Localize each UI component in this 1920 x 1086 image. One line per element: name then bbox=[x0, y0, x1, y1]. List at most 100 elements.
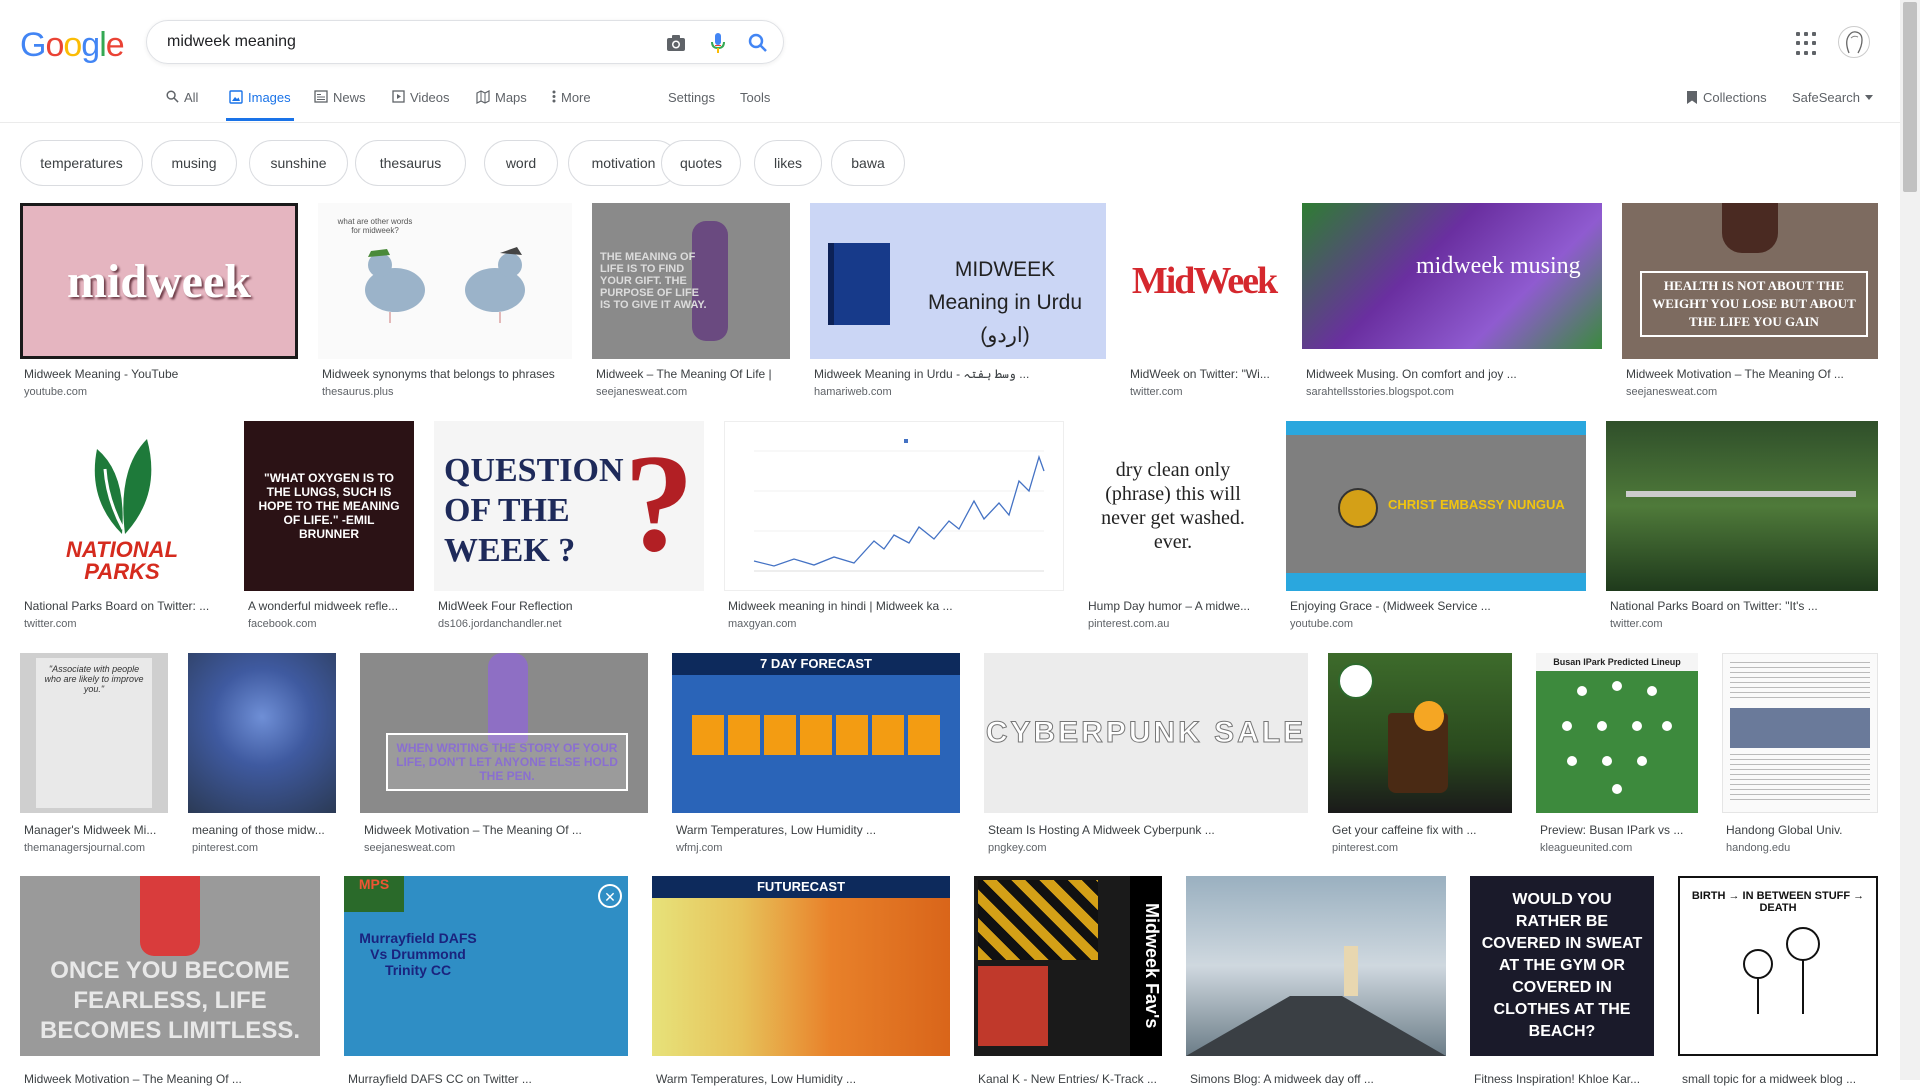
avatar[interactable] bbox=[1838, 26, 1870, 58]
image-result[interactable]: "WHAT OXYGEN IS TO THE LUNGS, SUCH IS HO… bbox=[244, 421, 416, 633]
result-source[interactable]: maxgyan.com bbox=[728, 618, 1064, 630]
image-result[interactable]: FUTURECAST Warm Temperatures, Low Humidi… bbox=[652, 876, 952, 1086]
result-title[interactable]: MidWeek on Twitter: "Wi... bbox=[1130, 367, 1282, 381]
result-title[interactable]: Midweek Motivation – The Meaning Of ... bbox=[24, 1072, 320, 1086]
result-thumbnail[interactable]: Busan IPark Predicted Lineup bbox=[1536, 653, 1698, 813]
result-title[interactable]: Kanal K - New Entries/ K-Track ... bbox=[978, 1072, 1164, 1086]
result-thumbnail[interactable]: midweek musing bbox=[1302, 203, 1602, 349]
image-result[interactable]: Simons Blog: A midweek day off ... bbox=[1186, 876, 1448, 1086]
tab-maps[interactable]: Maps bbox=[476, 90, 527, 122]
chip-musing[interactable]: musing bbox=[151, 140, 237, 186]
scrollbar-thumb[interactable] bbox=[1903, 2, 1917, 192]
image-result[interactable]: MPS Murrayfield DAFS Vs Drummond Trinity… bbox=[344, 876, 630, 1086]
result-title[interactable]: A wonderful midweek refle... bbox=[248, 599, 414, 613]
result-source[interactable]: seejanesweat.com bbox=[1626, 386, 1878, 398]
result-thumbnail[interactable]: MidWeek bbox=[1126, 203, 1282, 359]
image-result[interactable]: WOULD YOU RATHER BE COVERED IN SWEAT AT … bbox=[1470, 876, 1656, 1086]
result-title[interactable]: Preview: Busan IPark vs ... bbox=[1540, 823, 1700, 837]
result-title[interactable]: Manager's Midweek Mi... bbox=[24, 823, 170, 837]
result-thumbnail[interactable]: QUESTION OF THE WEEK ? ? bbox=[434, 421, 704, 591]
result-source[interactable]: ds106.jordanchandler.net bbox=[438, 618, 704, 630]
result-title[interactable]: small topic for a midweek blog ... bbox=[1682, 1072, 1880, 1086]
collections-link[interactable]: Collections bbox=[1686, 90, 1767, 105]
result-title[interactable]: Murrayfield DAFS CC on Twitter ... bbox=[348, 1072, 628, 1086]
result-thumbnail[interactable]: what are other words for midweek? bbox=[318, 203, 572, 359]
result-title[interactable]: Enjoying Grace - (Midweek Service ... bbox=[1290, 599, 1586, 613]
result-source[interactable]: seejanesweat.com bbox=[364, 842, 650, 854]
result-source[interactable]: handong.edu bbox=[1726, 842, 1880, 854]
image-result[interactable]: what are other words for midweek? Midwee… bbox=[318, 203, 574, 403]
result-thumbnail[interactable]: CHRIST EMBASSY NUNGUA bbox=[1286, 421, 1586, 591]
camera-icon[interactable] bbox=[665, 32, 687, 54]
result-thumbnail[interactable]: 7 DAY FORECAST bbox=[672, 653, 960, 813]
result-title[interactable]: Midweek meaning in hindi | Midweek ka ..… bbox=[728, 599, 1064, 613]
result-title[interactable]: Simons Blog: A midweek day off ... bbox=[1190, 1072, 1448, 1086]
image-result[interactable]: "Associate with people who are likely to… bbox=[20, 653, 170, 859]
result-thumbnail[interactable]: "WHAT OXYGEN IS TO THE LUNGS, SUCH IS HO… bbox=[244, 421, 414, 591]
result-source[interactable]: pinterest.com bbox=[192, 842, 338, 854]
result-thumbnail[interactable]: WHEN WRITING THE STORY OF YOUR LIFE, DON… bbox=[360, 653, 648, 813]
result-thumbnail[interactable]: MIDWEEK Meaning in Urdu (اردو) bbox=[810, 203, 1106, 359]
result-title[interactable]: Midweek Motivation – The Meaning Of ... bbox=[1626, 367, 1878, 381]
result-source[interactable]: wfmj.com bbox=[676, 842, 962, 854]
result-source[interactable]: youtube.com bbox=[1290, 618, 1586, 630]
result-source[interactable]: seejanesweat.com bbox=[596, 386, 790, 398]
result-source[interactable]: hamariweb.com bbox=[814, 386, 1106, 398]
image-result[interactable]: QUESTION OF THE WEEK ? ? MidWeek Four Re… bbox=[434, 421, 706, 633]
result-source[interactable]: pinterest.com.au bbox=[1088, 618, 1264, 630]
result-source[interactable]: youtube.com bbox=[24, 386, 296, 398]
settings-link[interactable]: Settings bbox=[668, 90, 715, 122]
chip-temperatures[interactable]: temperatures bbox=[20, 140, 143, 186]
result-thumbnail[interactable]: "Associate with people who are likely to… bbox=[20, 653, 168, 813]
result-source[interactable]: thesaurus.plus bbox=[322, 386, 572, 398]
microphone-icon[interactable] bbox=[707, 32, 729, 54]
search-icon[interactable] bbox=[747, 32, 769, 54]
result-title[interactable]: Midweek Musing. On comfort and joy ... bbox=[1306, 367, 1602, 381]
result-thumbnail[interactable] bbox=[188, 653, 336, 813]
image-result[interactable]: National Parks Board on Twitter: "It's .… bbox=[1606, 421, 1880, 633]
image-result[interactable]: BIRTH → IN BETWEEN STUFF → DEATH small t… bbox=[1678, 876, 1880, 1086]
chip-sunshine[interactable]: sunshine bbox=[249, 140, 348, 186]
result-source[interactable]: themanagersjournal.com bbox=[24, 842, 170, 854]
result-source[interactable]: twitter.com bbox=[24, 618, 224, 630]
image-result[interactable]: Get your caffeine fix with ... pinterest… bbox=[1328, 653, 1514, 859]
result-thumbnail[interactable]: CYBERPUNK SALE bbox=[984, 653, 1308, 813]
result-thumbnail[interactable]: WOULD YOU RATHER BE COVERED IN SWEAT AT … bbox=[1470, 876, 1654, 1056]
image-result[interactable]: CYBERPUNK SALE Steam Is Hosting A Midwee… bbox=[984, 653, 1310, 859]
image-result[interactable]: meaning of those midw... pinterest.com bbox=[188, 653, 338, 859]
result-title[interactable]: National Parks Board on Twitter: ... bbox=[24, 599, 224, 613]
result-source[interactable]: kleagueunited.com bbox=[1540, 842, 1700, 854]
image-result[interactable]: CHRIST EMBASSY NUNGUA Enjoying Grace - (… bbox=[1286, 421, 1588, 633]
result-thumbnail[interactable] bbox=[724, 421, 1064, 591]
result-title[interactable]: Midweek Motivation – The Meaning Of ... bbox=[364, 823, 650, 837]
tools-link[interactable]: Tools bbox=[740, 90, 770, 122]
result-thumbnail[interactable] bbox=[1722, 653, 1878, 813]
result-title[interactable]: Midweek synonyms that belongs to phrases bbox=[322, 367, 572, 381]
result-thumbnail[interactable] bbox=[1186, 876, 1446, 1056]
image-result[interactable]: THE MEANING OF LIFE IS TO FIND YOUR GIFT… bbox=[592, 203, 792, 403]
result-title[interactable]: Hump Day humor – A midwe... bbox=[1088, 599, 1264, 613]
tab-news[interactable]: News bbox=[314, 90, 366, 122]
image-result[interactable]: HEALTH IS NOT ABOUT THE WEIGHT YOU LOSE … bbox=[1622, 203, 1880, 403]
result-title[interactable]: Warm Temperatures, Low Humidity ... bbox=[656, 1072, 952, 1086]
result-thumbnail[interactable] bbox=[1606, 421, 1878, 591]
chip-thesaurus[interactable]: thesaurus bbox=[355, 140, 466, 186]
apps-grid-icon[interactable] bbox=[1796, 32, 1820, 56]
image-result[interactable]: midweek Midweek Meaning - YouTube youtub… bbox=[20, 203, 300, 403]
safesearch-dropdown[interactable]: SafeSearch bbox=[1792, 90, 1873, 105]
result-title[interactable]: Warm Temperatures, Low Humidity ... bbox=[676, 823, 962, 837]
tab-more[interactable]: More bbox=[552, 90, 591, 122]
result-thumbnail[interactable]: NATIONAL PARKS bbox=[20, 421, 224, 591]
result-title[interactable]: MidWeek Four Reflection bbox=[438, 599, 704, 613]
result-thumbnail[interactable]: midweek bbox=[20, 203, 298, 359]
chip-quotes[interactable]: quotes bbox=[661, 140, 741, 186]
image-result[interactable]: WHEN WRITING THE STORY OF YOUR LIFE, DON… bbox=[360, 653, 650, 859]
result-title[interactable]: meaning of those midw... bbox=[192, 823, 338, 837]
chip-word[interactable]: word bbox=[484, 140, 558, 186]
result-title[interactable]: Steam Is Hosting A Midweek Cyberpunk ... bbox=[988, 823, 1310, 837]
image-result[interactable]: MidWeek MidWeek on Twitter: "Wi... twitt… bbox=[1126, 203, 1284, 403]
result-thumbnail[interactable]: Midweek Fav's bbox=[974, 876, 1162, 1056]
result-thumbnail[interactable]: BIRTH → IN BETWEEN STUFF → DEATH bbox=[1678, 876, 1878, 1056]
result-thumbnail[interactable] bbox=[1328, 653, 1512, 813]
image-result[interactable]: midweek musing Midweek Musing. On comfor… bbox=[1302, 203, 1604, 403]
